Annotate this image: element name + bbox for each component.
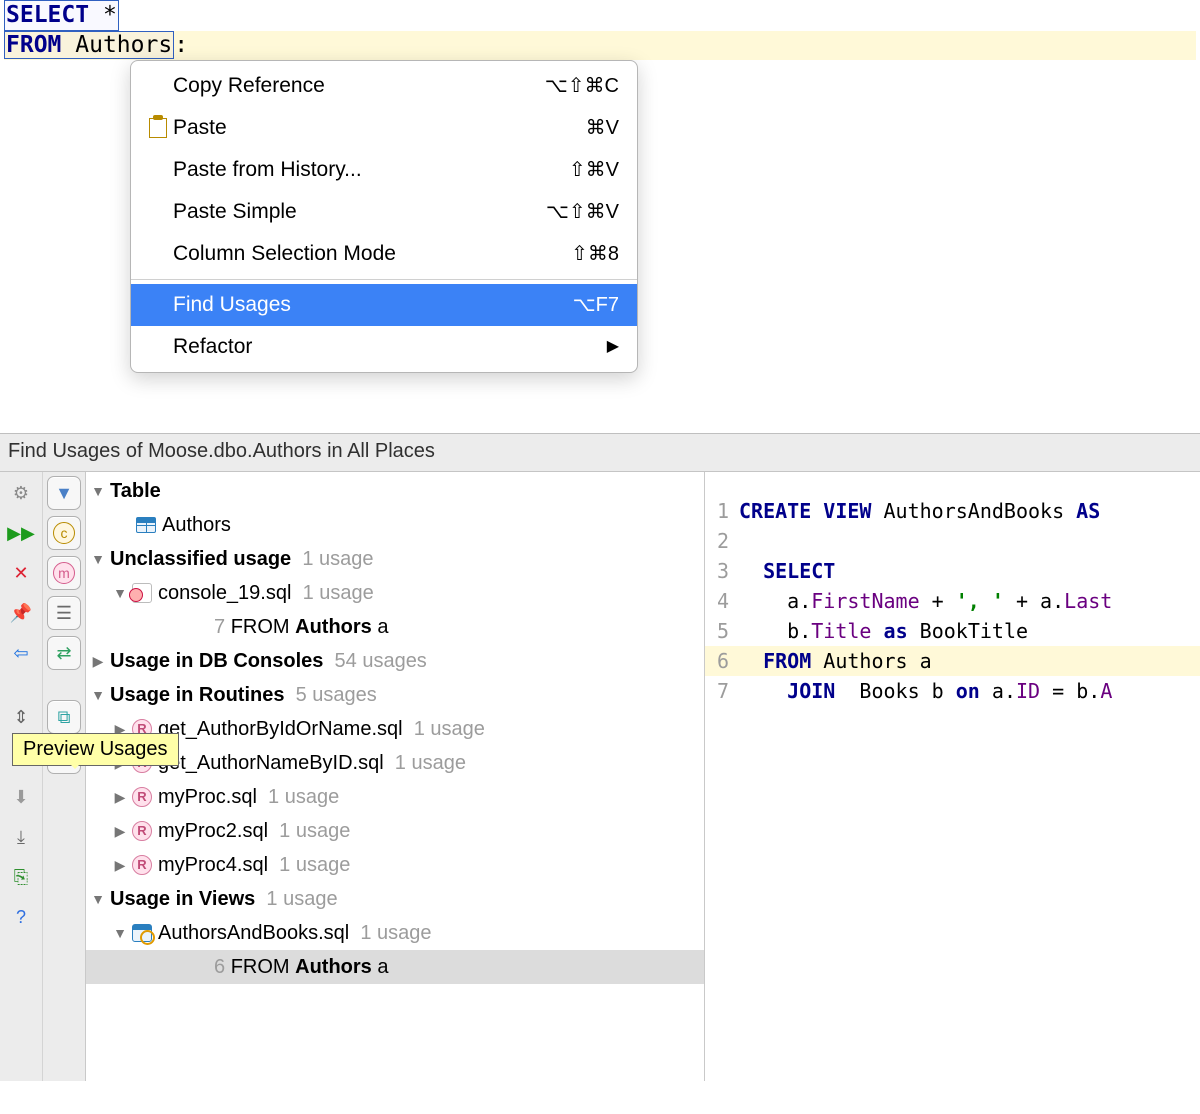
tree-heading-table[interactable]: ▼Table [86, 474, 704, 508]
preview-line-2: 2 [705, 526, 1200, 556]
filter-button[interactable]: ▼ [47, 476, 81, 510]
routine-icon: R [132, 855, 152, 875]
tooltip-preview-usages: Preview Usages [12, 733, 179, 766]
sql-file-icon [132, 583, 152, 603]
preview-line-7: 7 JOIN Books b on a.ID = b.A [705, 676, 1200, 706]
menu-paste[interactable]: Paste ⌘V [131, 107, 637, 149]
find-usages-panel: Find Usages of Moose.dbo.Authors in All … [0, 433, 1200, 1081]
expand-all-button[interactable]: ⇕ [4, 700, 38, 734]
tree-heading-views[interactable]: ▼Usage in Views 1 usage [86, 882, 704, 916]
usages-tree[interactable]: ▼Table Authors ▼Unclassified usage 1 usa… [86, 472, 705, 1081]
rerun-button[interactable]: ▶▶ [4, 516, 38, 550]
preview-line-6: 6 FROM Authors a [705, 646, 1200, 676]
panel-toolbar: ⚙ ▶▶ ✕ 📌 ⇦ ⇕ ⬆ ⬇ ⤓ ⎘ ? ▼ c m ☰ ⇄ ⧉ [0, 472, 86, 1081]
chevron-right-icon: ▶ [607, 332, 619, 362]
preview-pane[interactable]: 1 CREATE VIEW AuthorsAndBooks AS 2 3 SEL… [705, 472, 1200, 1081]
menu-paste-simple[interactable]: Paste Simple ⌥⇧⌘V [131, 191, 637, 233]
tree-usage-line[interactable]: 7 FROM Authors a [86, 610, 704, 644]
export-text-button[interactable]: ⎘ [4, 860, 38, 894]
tree-routine-2[interactable]: ▶RmyProc.sql 1 usage [86, 780, 704, 814]
menu-separator [131, 279, 637, 280]
menu-paste-history[interactable]: Paste from History... ⇧⌘V [131, 149, 637, 191]
panel-title: Find Usages of Moose.dbo.Authors in All … [0, 434, 1200, 471]
routine-icon: R [132, 821, 152, 841]
group-method-button[interactable]: m [47, 556, 81, 590]
tree-file-console19[interactable]: ▼console_19.sql 1 usage [86, 576, 704, 610]
menu-copy-reference[interactable]: Copy Reference ⌥⇧⌘C [131, 65, 637, 107]
tree-heading-dbconsoles[interactable]: ▶Usage in DB Consoles 54 usages [86, 644, 704, 678]
menu-refactor[interactable]: Refactor ▶ [131, 326, 637, 368]
settings-button[interactable]: ⚙ [4, 476, 38, 510]
tree-routine-1[interactable]: ▶Rget_AuthorNameByID.sql 1 usage [86, 746, 704, 780]
preview-button[interactable]: ⧉ [47, 700, 81, 734]
preview-line-5: 5 b.Title as BookTitle [705, 616, 1200, 646]
group-class-button[interactable]: c [47, 516, 81, 550]
tree-routine-4[interactable]: ▶RmyProc4.sql 1 usage [86, 848, 704, 882]
swap-button[interactable]: ⇄ [47, 636, 81, 670]
close-button[interactable]: ✕ [4, 556, 38, 590]
group-button[interactable]: ☰ [47, 596, 81, 630]
menu-find-usages[interactable]: Find Usages ⌥F7 [131, 284, 637, 326]
view-icon [132, 924, 152, 942]
menu-column-selection[interactable]: Column Selection Mode ⇧⌘8 [131, 233, 637, 275]
tree-table-item[interactable]: Authors [86, 508, 704, 542]
paste-icon [149, 118, 167, 138]
pin-button[interactable]: 📌 [4, 596, 38, 630]
export-button[interactable]: ⤓ [4, 820, 38, 854]
next-button[interactable]: ⬇ [4, 780, 38, 814]
preview-line-4: 4 a.FirstName + ', ' + a.Last [705, 586, 1200, 616]
tree-heading-routines[interactable]: ▼Usage in Routines 5 usages [86, 678, 704, 712]
tree-routine-3[interactable]: ▶RmyProc2.sql 1 usage [86, 814, 704, 848]
tree-view-file[interactable]: ▼AuthorsAndBooks.sql 1 usage [86, 916, 704, 950]
tree-routine-0[interactable]: ▶Rget_AuthorByIdOrName.sql 1 usage [86, 712, 704, 746]
preview-line-1: 1 CREATE VIEW AuthorsAndBooks AS [705, 496, 1200, 526]
tree-view-usage-line[interactable]: 6 FROM Authors a [86, 950, 704, 984]
routine-icon: R [132, 787, 152, 807]
keyword-select: SELECT [6, 2, 89, 28]
context-menu: Copy Reference ⌥⇧⌘C Paste ⌘V Paste from … [130, 60, 638, 373]
help-button[interactable]: ? [4, 900, 38, 934]
tree-heading-unclassified[interactable]: ▼Unclassified usage 1 usage [86, 542, 704, 576]
table-ref: Authors [75, 32, 172, 58]
keyword-from: FROM [6, 32, 61, 58]
back-button[interactable]: ⇦ [4, 636, 38, 670]
sql-editor[interactable]: SELECT * FROM Authors: [0, 0, 1200, 60]
table-icon [136, 517, 156, 533]
preview-line-3: 3 SELECT [705, 556, 1200, 586]
